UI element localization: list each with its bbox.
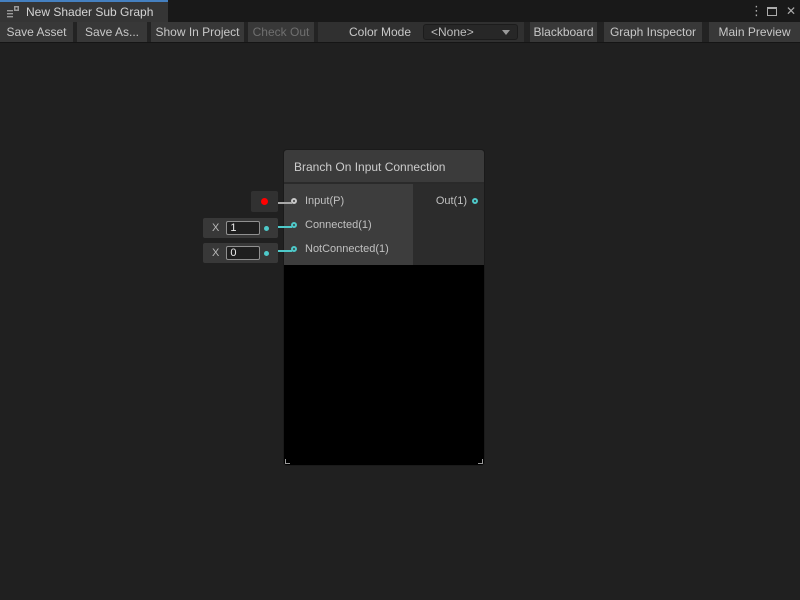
port-out[interactable]: Out(1) <box>413 189 484 213</box>
node-output-ports: Out(1) <box>413 184 484 265</box>
notconnected-value-widget: X <box>203 243 278 263</box>
x-component-label: X <box>212 247 219 259</box>
color-mode-dropdown[interactable]: <None> <box>423 24 518 40</box>
toolbar: Save Asset Save As... Show In Project Ch… <box>0 22 800 43</box>
save-as-button[interactable]: Save As... <box>77 22 147 42</box>
color-mode-label: Color Mode <box>349 22 411 42</box>
subgraph-icon <box>7 6 20 18</box>
show-in-project-button[interactable]: Show In Project <box>151 22 244 42</box>
connected-value-widget: X <box>203 218 278 238</box>
save-asset-button[interactable]: Save Asset <box>0 22 73 42</box>
port-input-p[interactable]: Input(P) <box>284 189 413 213</box>
red-dot-icon <box>261 198 268 205</box>
node-body: Input(P) Connected(1) NotConnected(1) Ou… <box>284 184 484 265</box>
node-input-ports: Input(P) Connected(1) NotConnected(1) <box>284 184 413 265</box>
port-label: NotConnected(1) <box>305 243 389 255</box>
shader-graph-window: New Shader Sub Graph ⋮ ✕ Save Asset Save… <box>0 0 800 600</box>
tab-new-shader-sub-graph[interactable]: New Shader Sub Graph <box>0 0 168 22</box>
window-controls: ⋮ ✕ <box>750 0 796 22</box>
node-title[interactable]: Branch On Input Connection <box>284 150 484 184</box>
port-dot-icon <box>264 251 269 256</box>
graph-inspector-button[interactable]: Graph Inspector <box>604 22 702 42</box>
resize-grip-icon[interactable] <box>478 459 483 464</box>
x-value-input[interactable] <box>226 246 260 260</box>
kebab-menu-icon[interactable]: ⋮ <box>750 0 758 22</box>
port-connected[interactable]: Connected(1) <box>284 213 413 237</box>
main-preview-button[interactable]: Main Preview <box>709 22 800 42</box>
node-preview <box>284 265 484 465</box>
resize-grip-icon[interactable] <box>285 459 290 464</box>
chevron-down-icon <box>502 30 510 35</box>
tab-title: New Shader Sub Graph <box>26 5 153 19</box>
maximize-icon[interactable] <box>767 7 777 16</box>
blackboard-button[interactable]: Blackboard <box>530 22 597 42</box>
color-mode-segment: Color Mode <None> <box>318 22 524 42</box>
tab-bar: New Shader Sub Graph ⋮ ✕ <box>0 0 800 22</box>
port-notconnected[interactable]: NotConnected(1) <box>284 237 413 261</box>
close-icon[interactable]: ✕ <box>786 0 796 22</box>
check-out-button[interactable]: Check Out <box>248 22 314 42</box>
port-label: Out(1) <box>436 195 467 207</box>
color-mode-value: <None> <box>431 25 474 39</box>
port-circle-icon[interactable] <box>472 198 478 204</box>
x-value-input[interactable] <box>226 221 260 235</box>
x-component-label: X <box>212 222 219 234</box>
port-dot-icon <box>264 226 269 231</box>
port-label: Input(P) <box>305 195 344 207</box>
input-p-swatch[interactable] <box>251 191 278 212</box>
port-label: Connected(1) <box>305 219 372 231</box>
node-branch-on-input-connection[interactable]: Branch On Input Connection Input(P) Conn… <box>284 150 484 465</box>
